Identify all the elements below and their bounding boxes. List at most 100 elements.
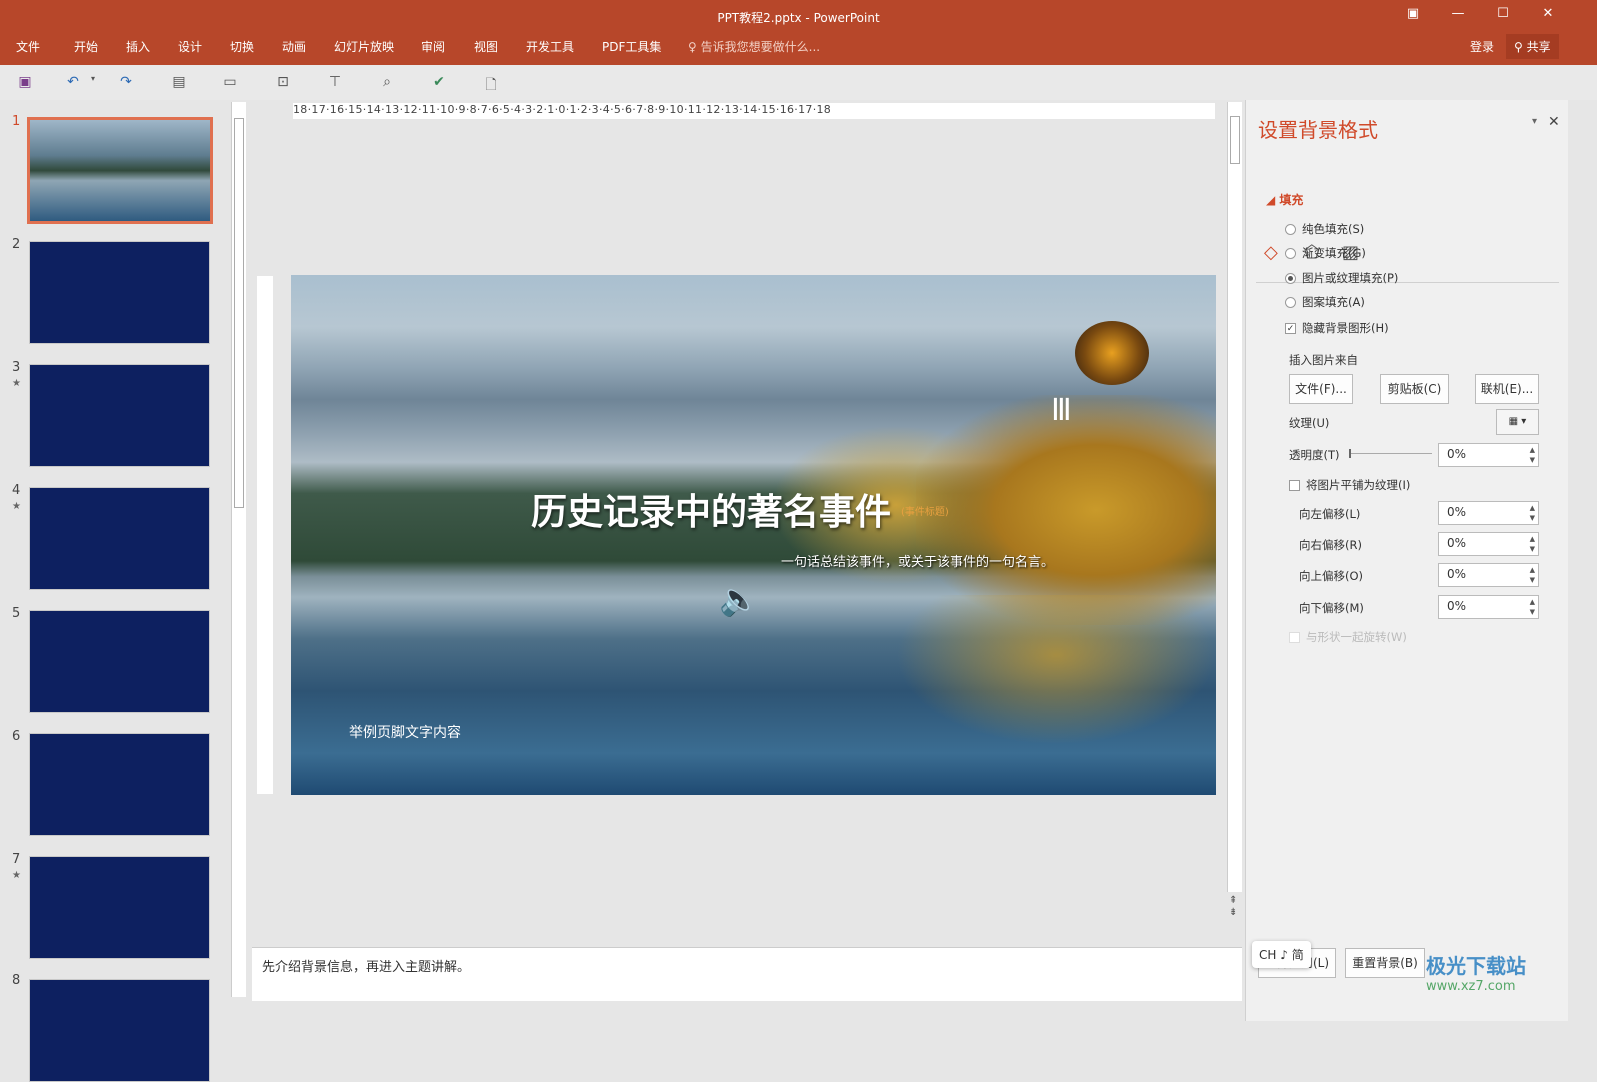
radio-button[interactable]	[1285, 296, 1296, 308]
spinner-arrows-icon[interactable]: ▲ ▼	[1530, 597, 1535, 617]
share-button[interactable]: ⚲ 共享	[1506, 34, 1559, 59]
editor-scrollbar[interactable]	[1227, 102, 1242, 892]
tab-animations[interactable]: 动画	[282, 38, 306, 55]
tell-me-search[interactable]: ♀ 告诉我您想要做什么...	[688, 38, 820, 55]
lightbulb-icon: ♀	[688, 40, 697, 54]
tab-file[interactable]: 文件	[16, 38, 40, 55]
spinner-value: 0%	[1447, 567, 1467, 581]
pattern-fill-radio[interactable]: 图案填充(A)	[1285, 294, 1365, 310]
slider-handle[interactable]	[1349, 449, 1351, 458]
thumbnails-scrollbar[interactable]	[231, 102, 246, 997]
login-link[interactable]: 登录	[1470, 38, 1494, 55]
ime-indicator[interactable]: CH ♪ 简	[1252, 941, 1311, 968]
hide-background-graphics-checkbox[interactable]: ✓ 隐藏背景图形(H)	[1285, 320, 1389, 336]
spinner-arrows-icon[interactable]: ▲ ▼	[1530, 445, 1535, 465]
slide-thumbnail-3[interactable]	[29, 364, 210, 467]
offset-top-label: 向上偏移(O)	[1299, 569, 1364, 583]
tab-slideshow[interactable]: 幻灯片放映	[334, 38, 394, 55]
slide-thumbnail-6[interactable]	[29, 733, 210, 836]
scrollbar-thumb[interactable]	[1230, 116, 1240, 164]
pane-options-icon[interactable]: ▾	[1532, 116, 1537, 127]
slide-thumbnail-1[interactable]	[27, 117, 213, 224]
offset-bottom-spinner[interactable]: 0% ▲ ▼	[1438, 595, 1539, 619]
file-button[interactable]: 文件(F)...	[1289, 374, 1353, 404]
slide-canvas[interactable]: Ⅲ 历史记录中的著名事件 (事件标题) 一句话总结该事件，或关于该事件的一句名言…	[291, 275, 1216, 795]
spinner-arrows-icon[interactable]: ▲ ▼	[1530, 565, 1535, 585]
spinner-arrows-icon[interactable]: ▲ ▼	[1530, 534, 1535, 554]
print-preview-icon[interactable]: ⌕	[378, 74, 396, 92]
picture-fill-radio[interactable]: 图片或纹理填充(P)	[1285, 270, 1398, 286]
solid-fill-radio[interactable]: 纯色填充(S)	[1285, 221, 1364, 237]
tab-developer[interactable]: 开发工具	[526, 38, 574, 55]
close-button[interactable]: ✕	[1533, 6, 1563, 21]
tile-picture-checkbox[interactable]: 将图片平铺为纹理(I)	[1289, 477, 1410, 493]
quick-access-toolbar: ▣ ↶ ▾ ↷ ▤ ▭ ⊡ ⊤ ⌕ ✔ 🗋	[0, 65, 1597, 100]
save-icon[interactable]: ▣	[16, 74, 34, 92]
radio-button[interactable]	[1285, 247, 1296, 259]
pane-close-icon[interactable]: ✕	[1548, 114, 1560, 130]
new-slide-icon[interactable]: ▤	[170, 74, 188, 92]
check-icon[interactable]: ✔	[430, 74, 448, 92]
radio-button[interactable]	[1285, 272, 1296, 284]
slide-number: 4	[12, 483, 21, 498]
texture-picker-dropdown[interactable]: ▦ ▾	[1496, 409, 1539, 435]
slide-thumbnail-8[interactable]	[29, 979, 210, 1082]
online-button[interactable]: 联机(E)...	[1475, 374, 1539, 404]
slide-thumbnail-7[interactable]	[29, 856, 210, 959]
title-bar: PPT教程2.pptx - PowerPoint ▣ — ☐ ✕	[0, 0, 1597, 32]
prev-next-slide-icon[interactable]: ⇞ ⇟	[1229, 895, 1237, 919]
slide-title-note: (事件标题)	[901, 507, 949, 518]
notes-pane[interactable]: 先介绍背景信息，再进入主题讲解。	[252, 947, 1242, 1001]
undo-icon[interactable]: ↶	[64, 74, 82, 92]
checkmark-icon[interactable]: ✓	[1285, 322, 1296, 334]
offset-right-label: 向右偏移(R)	[1299, 538, 1362, 552]
gradient-fill-radio[interactable]: 渐变填充(G)	[1285, 245, 1366, 261]
present-icon[interactable]: ⊤	[326, 74, 344, 92]
tab-design[interactable]: 设计	[178, 38, 202, 55]
audio-speaker-icon[interactable]: 🔈	[719, 580, 759, 618]
horizontal-ruler: 18·17·16·15·14·13·12·11·10·9·8·7·6·5·4·3…	[293, 103, 1215, 119]
pillar-icon[interactable]: Ⅲ	[1051, 393, 1072, 428]
radio-button[interactable]	[1285, 223, 1296, 235]
slide-thumbnail-2[interactable]	[29, 241, 210, 344]
checkbox[interactable]	[1289, 479, 1300, 491]
slide-thumbnail-5[interactable]	[29, 610, 210, 713]
lake-reflection-image	[896, 595, 1216, 745]
offset-right-spinner[interactable]: 0% ▲ ▼	[1438, 532, 1539, 556]
spinner-arrows-icon[interactable]: ▲ ▼	[1530, 503, 1535, 523]
minimize-button[interactable]: —	[1443, 6, 1473, 21]
slide-number: 3	[12, 360, 21, 375]
tab-review[interactable]: 审阅	[421, 38, 445, 55]
leaf-logo-icon[interactable]	[1075, 321, 1149, 385]
ribbon-tabs: 文件 开始 插入 设计 切换 动画 幻灯片放映 审阅 视图 开发工具 PDF工具…	[0, 32, 1597, 65]
slide-title[interactable]: 历史记录中的著名事件	[531, 483, 891, 535]
fill-tab-icon[interactable]: ◇	[1264, 242, 1278, 263]
slide-thumbnail-4[interactable]	[29, 487, 210, 590]
redo-icon[interactable]: ↷	[117, 74, 135, 92]
tab-view[interactable]: 视图	[474, 38, 498, 55]
slideshow-from-start-icon[interactable]: ⊡	[274, 74, 292, 92]
slide-footer[interactable]: 举例页脚文字内容	[349, 722, 461, 742]
offset-left-spinner[interactable]: 0% ▲ ▼	[1438, 501, 1539, 525]
link-document-icon[interactable]: 🗋	[482, 74, 500, 93]
tab-insert[interactable]: 插入	[126, 38, 150, 55]
option-label: 隐藏背景图形(H)	[1302, 321, 1389, 335]
clipboard-button[interactable]: 剪贴板(C)	[1380, 374, 1449, 404]
transparency-slider[interactable]	[1349, 449, 1432, 458]
transparency-spinner[interactable]: 0% ▲ ▼	[1438, 443, 1539, 467]
tab-pdf[interactable]: PDF工具集	[602, 38, 661, 55]
spinner-value: 0%	[1447, 536, 1467, 550]
tab-transitions[interactable]: 切换	[230, 38, 254, 55]
tab-home[interactable]: 开始	[74, 38, 98, 55]
ribbon-display-icon[interactable]: ▣	[1398, 6, 1428, 21]
fill-section-label: 填充	[1279, 193, 1304, 207]
offset-top-spinner[interactable]: 0% ▲ ▼	[1438, 563, 1539, 587]
textbox-icon[interactable]: ▭	[221, 74, 239, 92]
autumn-trees-image	[916, 395, 1216, 625]
reset-background-button[interactable]: 重置背景(B)	[1345, 948, 1425, 978]
scrollbar-thumb[interactable]	[234, 118, 244, 508]
slide-subtitle[interactable]: 一句话总结该事件，或关于该事件的一句名言。	[781, 551, 1054, 570]
fill-section-header[interactable]: ◢ 填充	[1266, 191, 1303, 208]
undo-dropdown-icon[interactable]: ▾	[84, 74, 102, 92]
maximize-button[interactable]: ☐	[1488, 6, 1518, 21]
